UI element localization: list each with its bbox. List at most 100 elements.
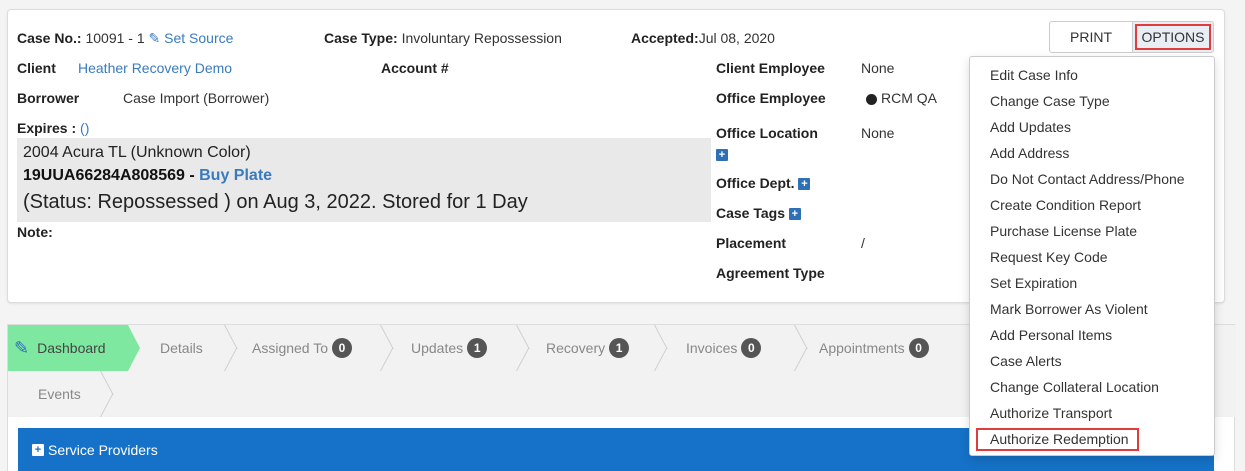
count-badge: 0 [908, 338, 929, 358]
tab-recovery[interactable]: Recovery 1 [546, 325, 630, 371]
tab-separator [516, 325, 530, 371]
tab-invoices[interactable]: Invoices 0 [686, 325, 762, 371]
plus-icon[interactable]: + [798, 178, 811, 191]
count-badge: 0 [741, 338, 762, 358]
menu-item-label: Create Condition Report [990, 197, 1141, 213]
placement-value: / [861, 235, 865, 251]
pencil-icon: ✎ [14, 337, 30, 358]
office-location-add[interactable]: + [716, 146, 728, 162]
pencil-icon: ✎ [148, 30, 161, 46]
menu-item-request-key-code[interactable]: Request Key Code [970, 244, 1214, 270]
count-badge: 1 [609, 338, 630, 358]
accepted-value: Jul 08, 2020 [698, 30, 775, 46]
borrower-label: Borrower [17, 90, 80, 106]
menu-item-label: Case Alerts [990, 353, 1062, 369]
menu-item-authorize-transport[interactable]: Authorize Transport [970, 400, 1214, 426]
menu-item-mark-borrower-violent[interactable]: Mark Borrower As Violent [970, 296, 1214, 322]
set-source-link[interactable]: ✎ Set Source [149, 30, 234, 46]
client-employee-label: Client Employee [716, 60, 825, 76]
client-employee-value: None [861, 60, 895, 76]
tab-label: Assigned To [252, 340, 329, 356]
tab-dashboard[interactable]: ✎ Dashboard [8, 325, 140, 371]
set-source-label: Set Source [164, 30, 234, 46]
office-location-label: Office Location [716, 125, 818, 141]
menu-item-add-personal-items[interactable]: Add Personal Items [970, 322, 1214, 348]
menu-item-label: Add Personal Items [990, 327, 1113, 343]
count-badge: 1 [467, 338, 488, 358]
print-button[interactable]: PRINT [1049, 21, 1133, 53]
vin-separator: - [184, 167, 200, 184]
menu-item-label: Mark Borrower As Violent [990, 301, 1148, 317]
menu-item-change-collateral-location[interactable]: Change Collateral Location [970, 374, 1214, 400]
menu-item-label: Change Collateral Location [990, 379, 1159, 395]
tab-separator [654, 325, 668, 371]
borrower-value: Case Import (Borrower) [123, 90, 270, 106]
accepted-label: Accepted: [631, 30, 699, 46]
tab-label: Dashboard [37, 340, 106, 356]
plus-icon: + [716, 149, 728, 162]
vehicle-description: 2004 Acura TL (Unknown Color) [23, 144, 251, 161]
menu-item-authorize-redemption[interactable]: Authorize Redemption [970, 426, 1214, 452]
tab-arrow [128, 325, 140, 371]
menu-item-create-condition-report[interactable]: Create Condition Report [970, 192, 1214, 218]
menu-item-case-alerts[interactable]: Case Alerts [970, 348, 1214, 374]
tab-separator [100, 371, 114, 417]
placement-label: Placement [716, 235, 787, 251]
office-employee-label: Office Employee [716, 90, 826, 106]
account-label: Account # [381, 60, 449, 76]
menu-item-set-expiration[interactable]: Set Expiration [970, 270, 1214, 296]
tab-label: Recovery [546, 340, 606, 356]
menu-item-add-updates[interactable]: Add Updates [970, 114, 1214, 140]
office-employee-name: RCM QA [881, 90, 937, 106]
menu-item-label: Request Key Code [990, 249, 1108, 265]
tab-label: Invoices [686, 340, 738, 356]
tab-label: Appointments [819, 340, 905, 356]
tab-label: Events [38, 386, 81, 402]
accepted-date: Accepted:Jul 08, 2020 [631, 30, 775, 46]
plus-icon: + [32, 443, 44, 456]
tab-assigned-to[interactable]: Assigned To 0 [252, 325, 353, 371]
tab-label: Details [160, 340, 203, 356]
client-label: Client [17, 60, 56, 76]
options-button[interactable]: OPTIONS [1132, 21, 1214, 53]
case-number-value: 10091 - 1 [85, 30, 145, 46]
tab-details[interactable]: Details [160, 325, 203, 371]
tab-events[interactable]: Events [38, 371, 81, 417]
case-type: Case Type: Involuntary Repossession [324, 30, 562, 46]
plus-icon[interactable]: + [788, 208, 801, 221]
menu-item-do-not-contact[interactable]: Do Not Contact Address/Phone [970, 166, 1214, 192]
menu-item-add-address[interactable]: Add Address [970, 140, 1214, 166]
tab-updates[interactable]: Updates 1 [411, 325, 488, 371]
case-type-label: Case Type: [324, 30, 398, 46]
office-employee-value: RCM QA [866, 90, 937, 106]
case-number-label: Case No.: [17, 30, 82, 46]
menu-item-label: Add Updates [990, 119, 1071, 135]
agreement-type-label: Agreement Type [716, 265, 825, 281]
menu-item-edit-case-info[interactable]: Edit Case Info [970, 62, 1214, 88]
menu-item-label: Purchase License Plate [990, 223, 1138, 239]
service-providers-label: Service Providers [48, 441, 158, 458]
menu-item-label: Add Address [990, 145, 1070, 161]
menu-item-label: Change Case Type [990, 93, 1110, 109]
buy-plate-link[interactable]: Buy Plate [199, 167, 272, 184]
options-dropdown-menu: Edit Case Info Change Case Type Add Upda… [969, 56, 1215, 456]
options-label: OPTIONS [1135, 24, 1211, 50]
tab-separator [380, 325, 394, 371]
case-type-value: Involuntary Repossession [401, 30, 562, 46]
expires: Expires : () [17, 120, 89, 136]
client-link[interactable]: Heather Recovery Demo [78, 60, 232, 76]
office-location-value: None [861, 125, 895, 141]
menu-item-label: Do Not Contact Address/Phone [990, 171, 1185, 187]
vehicle-panel: 2004 Acura TL (Unknown Color) 19UUA66284… [17, 138, 711, 222]
tab-appointments[interactable]: Appointments 0 [819, 325, 929, 371]
menu-item-label: Authorize Transport [990, 405, 1113, 421]
case-number: Case No.: 10091 - 1 ✎ Set Source [17, 30, 233, 47]
tab-separator [224, 325, 238, 371]
menu-item-change-case-type[interactable]: Change Case Type [970, 88, 1214, 114]
tab-label: Updates [411, 340, 464, 356]
vin: 19UUA66284A808569 [23, 167, 185, 184]
menu-item-purchase-license-plate[interactable]: Purchase License Plate [970, 218, 1214, 244]
tab-separator [794, 325, 808, 371]
expires-link[interactable]: () [80, 120, 89, 136]
print-label: PRINT [1070, 29, 1112, 45]
